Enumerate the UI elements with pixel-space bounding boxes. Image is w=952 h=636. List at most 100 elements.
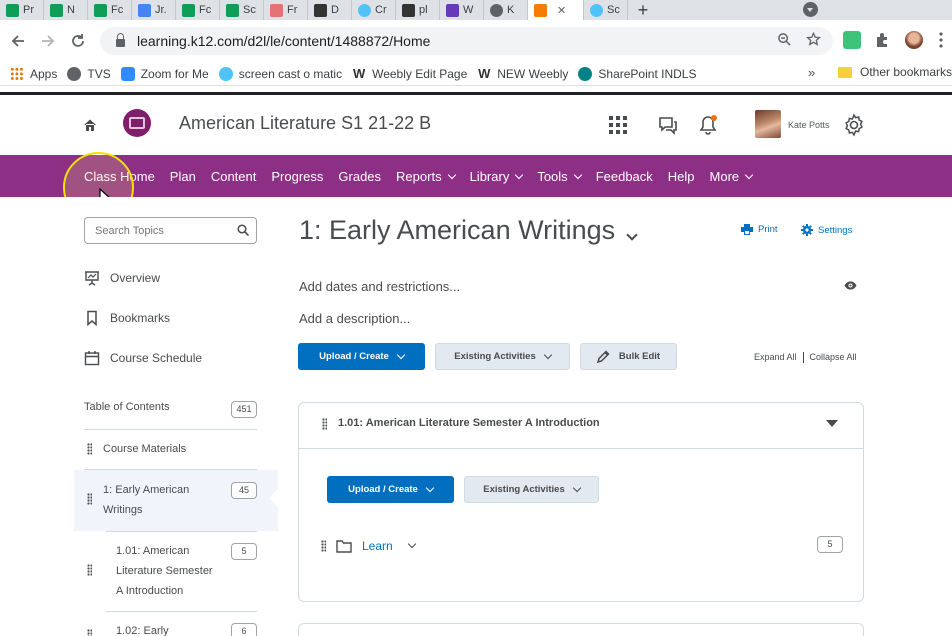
learn-folder-row[interactable]: Learn <box>321 539 416 553</box>
module-upload-create-button[interactable]: Upload / Create <box>327 476 454 503</box>
print-button[interactable]: Print <box>741 224 778 235</box>
zoom-out-icon[interactable] <box>777 32 792 47</box>
close-tab-icon[interactable]: ✕ <box>557 4 566 17</box>
module-header[interactable]: 1.01: American Literature Semester A Int… <box>299 403 863 449</box>
browser-tab[interactable]: ✕ <box>528 0 584 20</box>
bookmark-item[interactable]: Zoom for Me <box>120 66 209 81</box>
toc-lesson-1-01-item[interactable]: 1.01: American Literature Semester A Int… <box>116 541 213 601</box>
drag-handle-icon[interactable] <box>87 564 92 576</box>
table-of-contents-row[interactable]: Table of Contents 451 <box>84 401 257 418</box>
home-icon[interactable] <box>82 117 98 133</box>
nav-item-tools[interactable]: Tools <box>537 168 582 184</box>
tab-search-icon[interactable] <box>803 2 818 17</box>
upload-create-label: Upload / Create <box>319 351 389 362</box>
bookmark-item[interactable]: W NEW Weebly <box>477 66 568 81</box>
browser-tab[interactable]: K <box>484 0 528 20</box>
module-existing-activities-label: Existing Activities <box>483 484 565 495</box>
nav-item-grades[interactable]: Grades <box>338 169 381 184</box>
forward-button[interactable] <box>33 26 63 56</box>
browser-tab[interactable]: W <box>440 0 484 20</box>
address-bar[interactable]: learning.k12.com/d2l/le/content/1488872/… <box>100 27 833 55</box>
nav-item-feedback[interactable]: Feedback <box>596 169 653 184</box>
reload-button[interactable] <box>63 26 93 56</box>
browser-tab[interactable]: D <box>308 0 352 20</box>
course-image-badge[interactable] <box>123 109 151 137</box>
bookmarks-link[interactable]: Bookmarks <box>84 310 170 326</box>
drag-handle-icon[interactable] <box>322 418 327 430</box>
nav-item-help[interactable]: Help <box>668 169 695 184</box>
other-bookmarks-folder[interactable]: Other bookmarks <box>838 65 952 79</box>
browser-tab[interactable]: N <box>44 0 88 20</box>
toc-unit-1-item[interactable]: 1: Early American Writings <box>103 480 189 520</box>
overview-label: Overview <box>110 271 161 285</box>
bulk-edit-button[interactable]: Bulk Edit <box>580 343 677 370</box>
browser-tab[interactable]: Pr <box>0 0 44 20</box>
eye-visibility-icon[interactable] <box>844 281 857 290</box>
nav-item-library[interactable]: Library <box>470 169 524 184</box>
browser-tab[interactable]: pl <box>396 0 440 20</box>
module-collapse-caret-icon[interactable] <box>826 420 838 427</box>
toc-lesson-1-02-item[interactable]: 1.02: Early <box>116 621 169 636</box>
new-tab-button[interactable]: + <box>628 0 658 20</box>
nav-item-reports[interactable]: Reports <box>396 169 456 184</box>
notifications-bell-icon[interactable] <box>697 114 719 136</box>
chevron-down-icon <box>572 483 581 492</box>
extensions-puzzle-icon[interactable] <box>874 31 892 49</box>
existing-activities-button[interactable]: Existing Activities <box>435 343 570 370</box>
browser-tab[interactable]: Fc <box>176 0 220 20</box>
user-name[interactable]: Kate Potts <box>788 120 830 130</box>
search-topics-input[interactable] <box>84 217 257 244</box>
chevron-down-icon[interactable] <box>407 539 416 549</box>
menu-kebab-icon[interactable] <box>938 31 944 49</box>
nav-item-plan[interactable]: Plan <box>170 169 196 184</box>
browser-tab[interactable]: Jr. <box>132 0 176 20</box>
bookmarks-overflow-button[interactable]: » <box>808 65 815 80</box>
drag-handle-icon[interactable] <box>87 443 92 455</box>
extension-green-icon[interactable] <box>843 31 861 49</box>
add-description-link[interactable]: Add a description... <box>299 311 410 326</box>
expand-all-link[interactable]: Expand All <box>754 352 797 363</box>
drag-handle-icon[interactable] <box>87 493 92 505</box>
settings-gear-icon[interactable] <box>842 113 866 137</box>
bookmark-label: Zoom for Me <box>140 66 209 81</box>
bookmark-item[interactable]: Apps <box>10 66 57 81</box>
nav-item-label: Tools <box>537 168 568 184</box>
user-avatar[interactable] <box>755 110 781 138</box>
course-selector-grid-icon[interactable] <box>607 114 629 136</box>
course-title[interactable]: American Literature S1 21-22 B <box>179 113 431 134</box>
upload-create-button[interactable]: Upload / Create <box>298 343 425 370</box>
module-existing-activities-button[interactable]: Existing Activities <box>464 476 599 503</box>
drag-handle-icon[interactable] <box>87 629 92 636</box>
sheets-icon <box>50 3 63 17</box>
learn-folder-label[interactable]: Learn <box>362 539 393 553</box>
nav-item-progress[interactable]: Progress <box>271 169 323 184</box>
bookmark-item[interactable]: TVS <box>67 66 111 81</box>
drag-handle-icon[interactable] <box>321 540 326 552</box>
unit-actions-chevron-icon[interactable] <box>626 229 638 241</box>
browser-tab[interactable]: Fr <box>264 0 308 20</box>
nav-item-more[interactable]: More <box>710 169 754 184</box>
module-title[interactable]: 1.01: American Literature Semester A Int… <box>338 417 600 429</box>
nav-item-class-home[interactable]: Class Home <box>84 169 155 184</box>
browser-tab[interactable]: Sc <box>220 0 264 20</box>
add-dates-restrictions-link[interactable]: Add dates and restrictions... <box>299 279 460 294</box>
nav-item-content[interactable]: Content <box>211 169 257 184</box>
bookmark-item[interactable]: SharePoint INDLS <box>578 66 696 81</box>
settings-button[interactable]: Settings <box>801 224 852 236</box>
messages-icon[interactable] <box>657 114 679 136</box>
search-icon[interactable] <box>237 224 249 236</box>
bookmark-label: Weebly Edit Page <box>372 66 468 81</box>
globe-icon <box>67 66 82 81</box>
browser-tab[interactable]: Fc <box>88 0 132 20</box>
back-button[interactable] <box>3 26 33 56</box>
profile-avatar[interactable] <box>905 31 923 49</box>
collapse-all-link[interactable]: Collapse All <box>810 352 857 363</box>
course-materials-item[interactable]: Course Materials <box>103 439 186 459</box>
course-schedule-link[interactable]: Course Schedule <box>84 350 202 366</box>
bookmark-item[interactable]: W Weebly Edit Page <box>352 66 468 81</box>
browser-tab[interactable]: Cr <box>352 0 396 20</box>
browser-tab[interactable]: Sc <box>584 0 628 20</box>
star-icon[interactable] <box>806 32 821 47</box>
overview-link[interactable]: Overview <box>84 270 160 286</box>
bookmark-item[interactable]: screen cast o matic <box>218 66 342 81</box>
